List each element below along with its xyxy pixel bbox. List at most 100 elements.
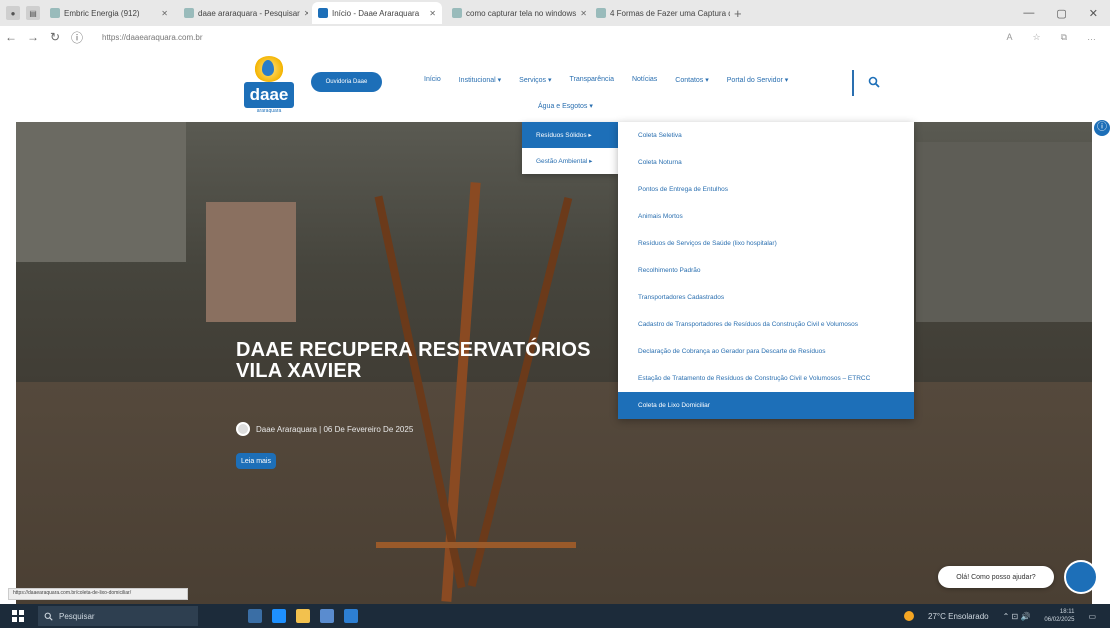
tab-label: como capturar tela no windows: [466, 8, 577, 18]
tab-close-icon[interactable]: ✕: [304, 9, 308, 18]
taskbar-search[interactable]: Pesquisar: [38, 606, 198, 626]
logo-drop-icon: [262, 60, 274, 76]
favorite-star-icon[interactable]: ☆: [1032, 32, 1040, 43]
submenu-item[interactable]: Pontos de Entrega de Entulhos: [618, 176, 914, 203]
windows-start-icon[interactable]: [8, 606, 28, 626]
url-field[interactable]: https://daaearaquara.com.br: [102, 33, 203, 42]
servicos-submenu: Resíduos Sólidos ▸ Gestão Ambiental ▸: [522, 122, 618, 174]
address-bar-row: ← → ↻ ⓘ https://daaearaquara.com.br A ☆ …: [0, 26, 1110, 48]
file-explorer-icon[interactable]: [296, 609, 310, 623]
notifications-icon[interactable]: ▭: [1088, 612, 1096, 621]
browser-tab-active[interactable]: Início - Daae Araraquara ✕: [312, 2, 442, 24]
chat-avatar-button[interactable]: [1064, 560, 1098, 594]
tab-label: Embric Energia (912): [64, 8, 140, 18]
background-building: [16, 122, 186, 262]
submenu-item[interactable]: Estação de Tratamento de Resíduos de Con…: [618, 365, 914, 392]
nav-item-agua-esgotos[interactable]: Água e Esgotos ▾: [538, 102, 593, 110]
hero-ground: [16, 382, 1092, 604]
close-window-button[interactable]: ✕: [1089, 7, 1098, 20]
status-url-tooltip: https://daaearaquara.com.br/coleta-de-li…: [8, 588, 188, 600]
menu-dots-icon[interactable]: …: [1087, 32, 1096, 43]
window-controls: — ▢ ✕: [1023, 7, 1098, 20]
tab-label: daae araraquara - Pesquisar: [198, 8, 300, 18]
submenu-item-hovered[interactable]: Coleta de Lixo Domiciliar: [618, 392, 914, 419]
maximize-button[interactable]: ▢: [1056, 7, 1066, 20]
new-tab-button[interactable]: +: [734, 6, 742, 21]
nav-item-servicos[interactable]: Serviços ▾: [519, 76, 551, 84]
tab-close-icon[interactable]: ✕: [429, 9, 436, 18]
author-avatar: [236, 422, 250, 436]
headline-line: VILA XAVIER: [236, 360, 362, 382]
submenu-item[interactable]: Animais Mortos: [618, 203, 914, 230]
residuos-submenu: Coleta Seletiva Coleta Noturna Pontos de…: [618, 122, 914, 419]
clock-time: 18:11: [1059, 609, 1075, 615]
hero-headline[interactable]: DAAE RECUPERA RESERVATÓRIOS VILA XAVIER: [236, 340, 591, 382]
nav-item-noticias[interactable]: Notícias: [632, 76, 657, 84]
browser-tab[interactable]: como capturar tela no windows ✕: [446, 2, 586, 24]
reload-button[interactable]: ↻: [44, 30, 66, 44]
submenu-item[interactable]: Transportadores Cadastrados: [618, 284, 914, 311]
clock-date: 06/02/2025: [1044, 617, 1075, 623]
submenu-item-gestao-ambiental[interactable]: Gestão Ambiental ▸: [522, 148, 618, 174]
back-button[interactable]: ←: [0, 30, 22, 44]
edge-icon[interactable]: [272, 609, 286, 623]
tab-favicon-icon: [50, 8, 60, 18]
browser-tab[interactable]: 4 Formas de Fazer uma Captura d ✕: [590, 2, 730, 24]
profile-icon[interactable]: ●: [6, 6, 20, 20]
task-view-icon[interactable]: [248, 609, 262, 623]
mail-icon[interactable]: [344, 609, 358, 623]
minimize-button[interactable]: —: [1023, 7, 1034, 20]
windows-taskbar: Pesquisar 27°C Ensolarado ⌃ ⊡ 🔊 18:11 06…: [0, 604, 1110, 628]
nav-item-inicio[interactable]: Início: [424, 76, 441, 84]
ouvidoria-button[interactable]: Ouvidoria Daae: [311, 72, 382, 92]
submenu-item[interactable]: Coleta Noturna: [618, 149, 914, 176]
accessibility-button[interactable]: ⓘ: [1094, 120, 1110, 136]
post-meta: Daae Araraquara | 06 De Fevereiro De 202…: [236, 422, 413, 436]
weather-text[interactable]: 27°C Ensolarado: [928, 612, 989, 621]
scaffold-beam: [376, 542, 576, 548]
submenu-item[interactable]: Resíduos de Serviços de Saúde (lixo hosp…: [618, 230, 914, 257]
tab-close-icon[interactable]: ✕: [580, 9, 586, 18]
taskbar-apps: [248, 609, 358, 623]
nav-item-institucional[interactable]: Institucional ▾: [459, 76, 501, 84]
nav-item-portal-servidor[interactable]: Portal do Servidor ▾: [727, 76, 789, 84]
background-building: [916, 142, 1092, 322]
store-icon[interactable]: [320, 609, 334, 623]
main-nav: Início Institucional ▾ Serviços ▾ Transp…: [424, 76, 806, 84]
browser-tab-bar: ● ▤ Embric Energia (912) ✕ daae araraqua…: [0, 0, 1110, 26]
logo-subtitle: araraquara: [256, 108, 282, 114]
nav-item-transparencia[interactable]: Transparência: [569, 76, 614, 84]
browser-tab[interactable]: daae araraquara - Pesquisar ✕: [178, 2, 308, 24]
search-icon[interactable]: [868, 76, 880, 88]
background-shed: [206, 202, 296, 322]
tab-close-icon[interactable]: ✕: [161, 9, 168, 18]
tab-favicon-icon: [318, 8, 328, 18]
read-more-button[interactable]: Leia mais: [236, 453, 276, 469]
clock[interactable]: 18:11 06/02/2025: [1044, 608, 1074, 624]
submenu-item[interactable]: Coleta Seletiva: [618, 122, 914, 149]
forward-button[interactable]: →: [22, 30, 44, 44]
tab-label: 4 Formas de Fazer uma Captura d: [610, 8, 730, 18]
weather-icon[interactable]: [904, 611, 915, 621]
nav-item-contatos[interactable]: Contatos ▾: [675, 76, 708, 84]
tab-favicon-icon: [452, 8, 462, 18]
site-info-icon[interactable]: ⓘ: [66, 29, 88, 46]
chat-prompt-bubble[interactable]: Olá! Como posso ajudar?: [938, 566, 1054, 588]
tab-label: Início - Daae Araraquara: [332, 8, 420, 18]
browser-tab[interactable]: Embric Energia (912) ✕: [44, 2, 174, 24]
website-viewport: daae araraquara Ouvidoria Daae Início In…: [0, 48, 1110, 604]
submenu-item[interactable]: Recolhimento Padrão: [618, 257, 914, 284]
daae-logo[interactable]: daae araraquara: [244, 56, 294, 114]
headline-line: DAAE RECUPERA RESERVATÓRIOS: [236, 339, 591, 361]
submenu-item-residuos-solidos[interactable]: Resíduos Sólidos ▸: [522, 122, 618, 148]
submenu-item[interactable]: Cadastro de Transportadores de Resíduos …: [618, 311, 914, 338]
submenu-item[interactable]: Declaração de Cobrança ao Gerador para D…: [618, 338, 914, 365]
read-aloud-icon[interactable]: A: [1006, 32, 1012, 43]
logo-wordmark: daae: [244, 82, 294, 108]
collections-icon[interactable]: ⧉: [1061, 32, 1067, 43]
tab-favicon-icon: [184, 8, 194, 18]
tray-icons[interactable]: ⌃ ⊡ 🔊: [1003, 612, 1031, 621]
tab-actions-icon[interactable]: ▤: [26, 6, 40, 20]
post-meta-text: Daae Araraquara | 06 De Fevereiro De 202…: [256, 424, 414, 434]
system-tray: 27°C Ensolarado ⌃ ⊡ 🔊 18:11 06/02/2025 ▭: [904, 608, 1096, 624]
